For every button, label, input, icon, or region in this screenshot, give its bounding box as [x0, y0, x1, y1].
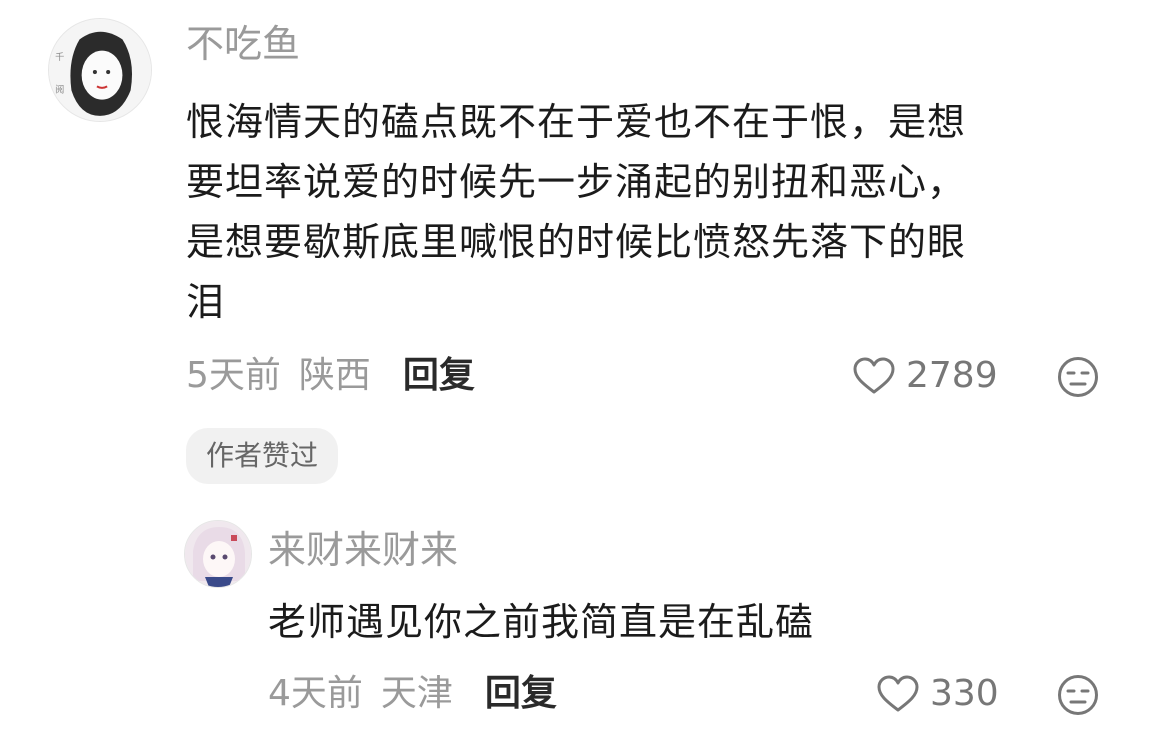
reply-button[interactable]: 回复 [403, 354, 475, 398]
heart-outline-icon [853, 357, 895, 394]
comment-line: 是想要歇斯底里喊恨的时候比愤怒先落下的眼 [186, 220, 967, 264]
like-count: 2789 [906, 355, 998, 396]
comment-meta: 5天前 陕西 回复 [186, 354, 475, 398]
comment-line: 泪 [186, 280, 226, 324]
avatar-illustration-icon: 千 阅 [49, 19, 151, 121]
timestamp: 5天前 [186, 355, 281, 396]
comment-text: 恨海情天的磕点既不在于爱也不在于恨，是想 要坦率说爱的时候先一步涌起的别扭和恶心… [186, 92, 1146, 332]
avatar[interactable]: 千 阅 [48, 18, 152, 122]
location: 天津 [380, 673, 453, 714]
avatar-anime-icon [185, 521, 251, 587]
location: 陕西 [298, 355, 371, 396]
like-button[interactable]: 330 [876, 672, 999, 716]
comment-meta: 4天前 天津 回复 [268, 672, 557, 716]
comment-text: 老师遇见你之前我简直是在乱磕 [268, 600, 815, 644]
svg-text:阅: 阅 [55, 83, 64, 95]
author-liked-badge: 作者赞过 [186, 428, 339, 484]
timestamp: 4天前 [268, 673, 363, 714]
like-button[interactable]: 2789 [852, 354, 998, 398]
avatar[interactable] [184, 520, 252, 588]
svg-text:千: 千 [55, 52, 64, 63]
like-count: 330 [930, 673, 999, 714]
comment-line: 恨海情天的磕点既不在于爱也不在于恨，是想 [186, 100, 967, 144]
meh-face-icon[interactable] [1057, 674, 1099, 716]
meh-face-icon[interactable] [1057, 356, 1099, 398]
heart-outline-icon [877, 675, 919, 712]
username[interactable]: 来财来财来 [268, 528, 458, 572]
username[interactable]: 不吃鱼 [186, 22, 300, 66]
comment-line: 要坦率说爱的时候先一步涌起的别扭和恶心， [186, 160, 967, 204]
reply-button[interactable]: 回复 [485, 672, 557, 716]
